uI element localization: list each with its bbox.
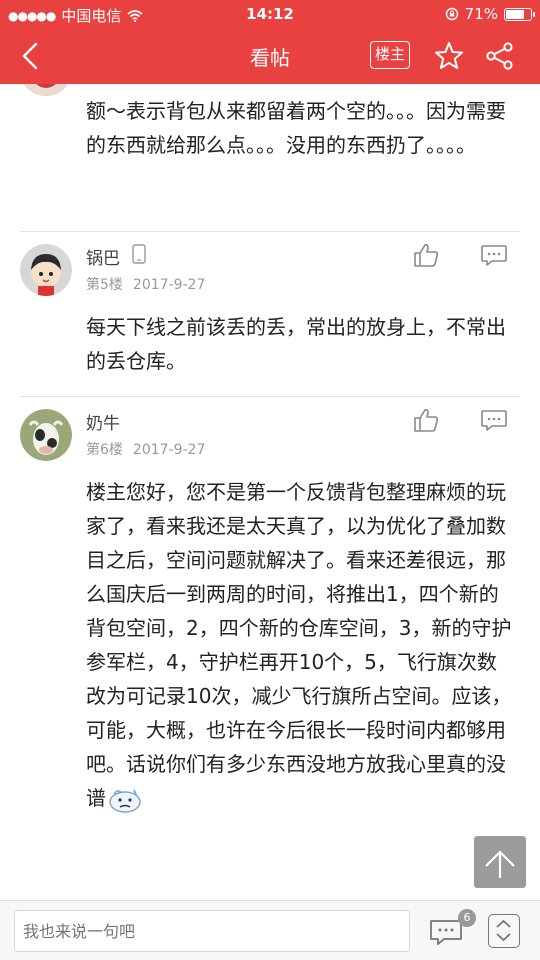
reply-icon[interactable]	[480, 242, 508, 268]
phone-icon	[132, 244, 146, 264]
rotation-lock-icon	[445, 7, 458, 21]
post-list[interactable]: 额～表示背包从来都留着两个空的。。。因为需要的东西就给那么点。。。没用的东西扔了…	[0, 84, 540, 900]
post-item: 额～表示背包从来都留着两个空的。。。因为需要的东西就给那么点。。。没用的东西扔了…	[0, 84, 540, 232]
avatar[interactable]	[20, 84, 72, 96]
reply-icon[interactable]	[480, 407, 508, 433]
share-button[interactable]	[484, 40, 516, 72]
post-text-content: 楼主您好，您不是第一个反馈背包整理麻烦的玩家了，看来我还是太天真了，以为优化了叠…	[86, 480, 512, 810]
post-item: 奶牛 第6楼 2017-9-27 楼主您好，您不是第一个反馈背包整理麻烦的玩家了，…	[0, 397, 540, 900]
emoji-icon	[109, 789, 141, 813]
post-text: 楼主您好，您不是第一个反馈背包整理麻烦的玩家了，看来我还是太天真了，以为优化了叠…	[86, 475, 516, 815]
nav-bar: 看帖 楼主	[0, 28, 540, 84]
up-down-icon	[496, 919, 511, 942]
username[interactable]: 奶牛	[86, 409, 120, 434]
bottom-bar: 6	[0, 900, 540, 960]
reply-input[interactable]	[14, 910, 410, 952]
status-bar: ●●●●● 中国电信 14:12 71%	[0, 0, 540, 28]
status-right: 71%	[445, 5, 535, 23]
post-date: 2017-9-27	[132, 442, 206, 458]
floor-number: 第6楼	[86, 442, 123, 458]
share-icon	[486, 42, 513, 70]
floor-date: 第5楼 2017-9-27	[86, 274, 205, 294]
like-icon[interactable]	[412, 242, 440, 268]
username[interactable]: 锅巴	[86, 244, 120, 269]
scroll-top-button[interactable]	[474, 836, 526, 888]
favorite-button[interactable]	[433, 40, 465, 72]
post-date: 2017-9-27	[132, 277, 206, 293]
star-icon	[435, 42, 463, 69]
post-text: 每天下线之前该丢的丢，常出的放身上，不常出的丢仓库。	[86, 315, 506, 373]
floor-number: 第5楼	[86, 277, 123, 293]
like-icon[interactable]	[412, 407, 440, 433]
battery-icon	[504, 7, 535, 21]
post-text: 额～表示背包从来都留着两个空的。。。因为需要的东西就给那么点。。。没用的东西扔了…	[86, 99, 506, 157]
top-bar: ●●●●● 中国电信 14:12 71% 看帖 楼主	[0, 0, 540, 84]
post-item: 锅巴 第5楼 2017-9-27 每天下线之前该丢的丢，常出的放身上，不常出的丢仓…	[0, 232, 540, 396]
scroll-top-icon	[485, 850, 515, 878]
comment-count-badge: 6	[458, 909, 476, 927]
floor-date: 第6楼 2017-9-27	[86, 439, 205, 459]
avatar[interactable]	[20, 244, 72, 296]
only-op-button[interactable]: 楼主	[370, 41, 410, 69]
avatar[interactable]	[20, 409, 72, 461]
page-jump-button[interactable]	[488, 914, 520, 948]
battery-percent: 71%	[464, 5, 498, 23]
